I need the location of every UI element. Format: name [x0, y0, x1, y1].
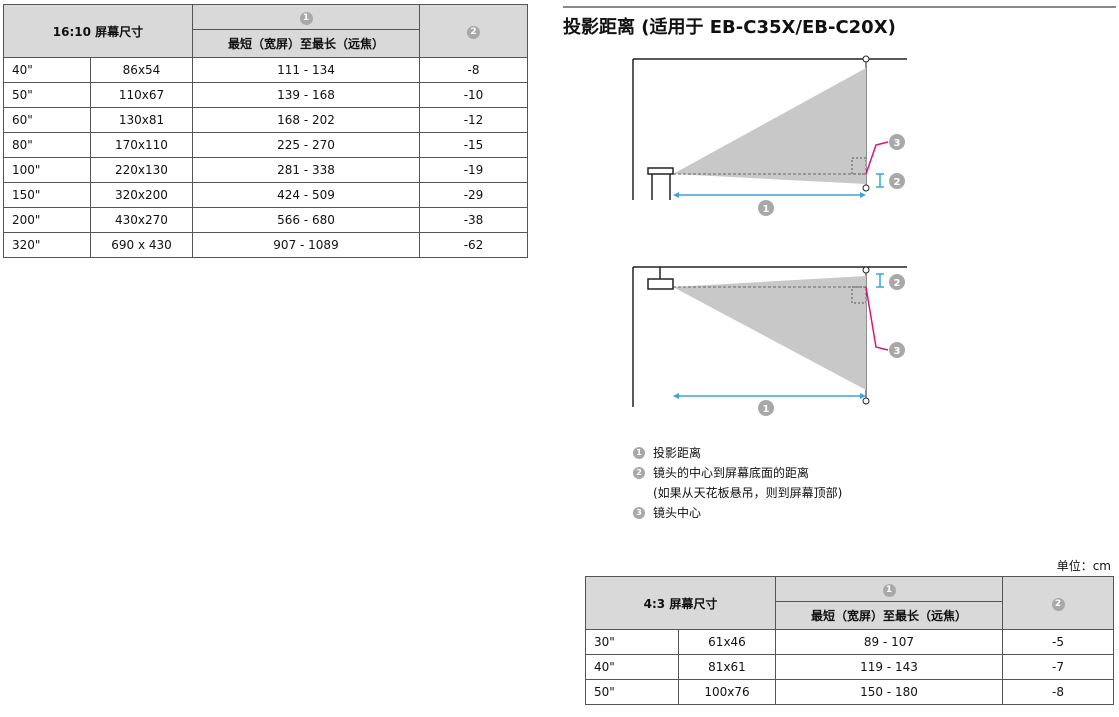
legend-label: 镜头中心	[653, 506, 702, 520]
svg-text:1: 1	[763, 404, 770, 415]
title-rule	[563, 6, 1116, 8]
header-screen-size: 16:10 屏幕尺寸	[3, 4, 193, 58]
header-col2-callout: 2	[419, 4, 528, 58]
table-row: 100" 220x130 281 - 338 -19	[3, 157, 528, 183]
header-col1-callout: 1	[775, 575, 1003, 603]
table-row: 60" 130x81 168 - 202 -12	[3, 107, 528, 133]
header-col2-callout: 2	[1002, 576, 1114, 630]
legend-item-3: 3 镜头中心	[633, 503, 842, 523]
page-title: 投影距离 (适用于 EB-C35X/EB-C20X)	[563, 17, 896, 38]
svg-text:2: 2	[894, 278, 901, 289]
table-row: 150" 320x200 424 - 509 -29	[3, 182, 528, 208]
legend-label: 投影距离	[653, 446, 702, 460]
table-row: 50" 100x76 150 - 180 -8	[585, 679, 1114, 705]
projection-diagram: 1 2 3 1 2 3	[632, 55, 907, 416]
table-row: 40" 81x61 119 - 143 -7	[585, 654, 1114, 680]
unit-label: 单位：cm	[1056, 559, 1111, 573]
table-row: 80" 170x110 225 - 270 -15	[3, 132, 528, 158]
svg-text:3: 3	[894, 138, 901, 149]
header-screen-size: 4:3 屏幕尺寸	[585, 576, 776, 630]
header-col1-subtitle: 最短（宽屏）至最长（远焦）	[192, 29, 420, 58]
legend-note: (如果从天花板悬吊，则到屏幕顶部)	[653, 486, 843, 500]
table-4-3: 4:3 屏幕尺寸 1 2 最短（宽屏）至最长（远焦） 30" 61x46 89 - …	[585, 575, 1114, 705]
table-row: 30" 61x46 89 - 107 -5	[585, 629, 1114, 655]
callout-2-icon: 2	[633, 467, 645, 479]
svg-text:2: 2	[894, 177, 901, 188]
diagram-floor-mounted: 1 2 3	[632, 55, 907, 216]
table-row: 320" 690 x 430 907 - 1089 -62	[3, 232, 528, 258]
svg-text:3: 3	[894, 346, 901, 357]
diagram-legend: 1 投影距离 2 镜头的中心到屏幕底面的距离 (如果从天花板悬吊，则到屏幕顶部)…	[633, 443, 842, 523]
table-row: 40" 86x54 111 - 134 -8	[3, 57, 528, 83]
callout-1-icon: 1	[633, 447, 645, 459]
legend-item-2: 2 镜头的中心到屏幕底面的距离	[633, 463, 842, 483]
header-col1-subtitle: 最短（宽屏）至最长（远焦）	[775, 601, 1003, 630]
legend-label: 镜头的中心到屏幕底面的距离	[653, 466, 810, 480]
table-16-10: 16:10 屏幕尺寸 1 2 最短（宽屏）至最长（远焦） 40" 86x54 111…	[3, 3, 528, 258]
table-row: 50" 110x67 139 - 168 -10	[3, 82, 528, 108]
callout-3-icon: 3	[633, 507, 645, 519]
header-col1-callout: 1	[192, 3, 420, 31]
diagram-ceiling-mounted: 1 2 3	[632, 266, 907, 416]
svg-text:1: 1	[763, 204, 770, 215]
legend-item-1: 1 投影距离	[633, 443, 842, 463]
table-row: 200" 430x270 566 - 680 -38	[3, 207, 528, 233]
